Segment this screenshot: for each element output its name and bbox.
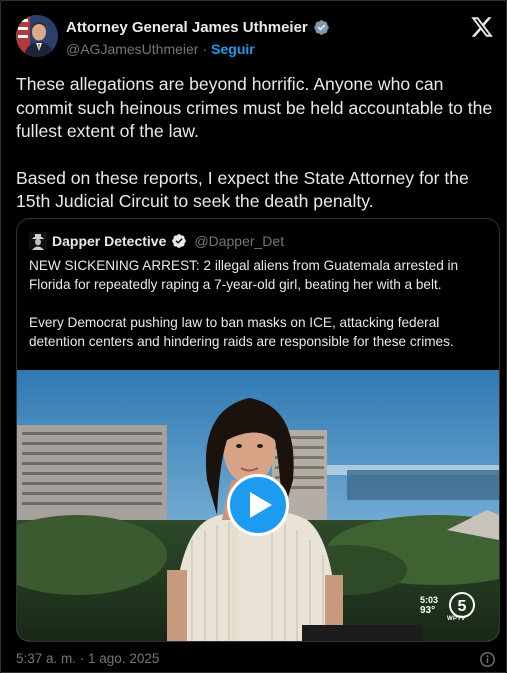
- station-number: 5: [458, 598, 467, 615]
- quoted-verified-icon: [171, 233, 187, 249]
- tweet-header: Attorney General James Uthmeier @AGJames…: [16, 15, 494, 59]
- author-names: Attorney General James Uthmeier @AGJames…: [66, 17, 330, 59]
- verified-badge-icon: [313, 19, 330, 36]
- play-icon: [242, 491, 274, 519]
- tweet-paragraph: These allegations are beyond horrific. A…: [16, 74, 493, 141]
- tweet-timestamp[interactable]: 5:37 a. m. · 1 ago. 2025: [16, 651, 159, 666]
- tweet-card: Attorney General James Uthmeier @AGJames…: [0, 0, 507, 673]
- quoted-header: Dapper Detective @Dapper_Det: [29, 231, 284, 251]
- station-label: WPTV: [447, 616, 466, 622]
- broadcast-temperature: 93°: [420, 605, 436, 616]
- handle-row: @AGJamesUthmeier · Seguir: [66, 39, 330, 59]
- display-name-row: Attorney General James Uthmeier: [66, 17, 330, 37]
- quoted-text: NEW SICKENING ARREST: 2 illegal aliens f…: [29, 256, 489, 351]
- handle-separator: ·: [202, 41, 208, 57]
- tweet-text: These allegations are beyond horrific. A…: [16, 73, 500, 214]
- tweet-paragraph: Based on these reports, I expect the Sta…: [16, 167, 469, 212]
- follow-button[interactable]: Seguir: [211, 41, 255, 57]
- quoted-paragraph: NEW SICKENING ARREST: 2 illegal aliens f…: [29, 258, 459, 292]
- quoted-tweet[interactable]: Dapper Detective @Dapper_Det NEW SICKENI…: [16, 218, 500, 642]
- tweet-footer: 5:37 a. m. · 1 ago. 2025: [16, 651, 496, 669]
- station-logo-icon: 5: [449, 592, 475, 618]
- quoted-display-name[interactable]: Dapper Detective: [52, 233, 166, 249]
- x-logo-icon[interactable]: [470, 15, 494, 39]
- quoted-avatar[interactable]: [29, 232, 47, 250]
- video-thumbnail[interactable]: 5:03 93° 5 WPTV: [17, 370, 499, 641]
- author-handle[interactable]: @AGJamesUthmeier: [66, 41, 198, 57]
- info-icon[interactable]: [479, 651, 496, 668]
- quoted-handle[interactable]: @Dapper_Det: [194, 233, 284, 249]
- play-button[interactable]: [227, 474, 289, 536]
- broadcast-time: 5:03: [420, 595, 439, 605]
- author-avatar[interactable]: [16, 15, 58, 57]
- quoted-paragraph: Every Democrat pushing law to ban masks …: [29, 315, 454, 349]
- author-display-name[interactable]: Attorney General James Uthmeier: [66, 19, 308, 36]
